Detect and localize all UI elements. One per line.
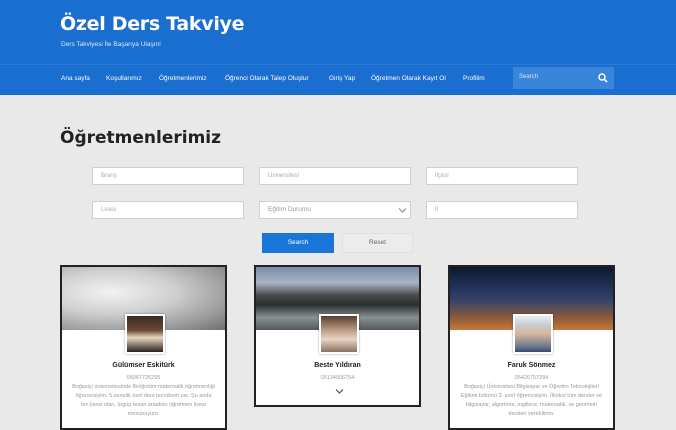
avatar <box>319 314 359 354</box>
nav-item-giris-yap[interactable]: Giriş Yap <box>329 75 355 82</box>
lise-placeholder: Lisesi <box>101 207 117 213</box>
teacher-phone: 05426757294 <box>514 375 549 381</box>
nav-item-kosullarimiz[interactable]: Koşullarımız <box>106 75 142 82</box>
avatar <box>513 314 553 354</box>
teacher-name[interactable]: Beste Yıldıran <box>256 362 419 369</box>
nav-item-ana-sayfa[interactable]: Ana sayfa <box>61 75 90 82</box>
nav-item-ogretmenlerimiz[interactable]: Öğretmenlerimiz <box>159 75 207 82</box>
nav-item-profilim[interactable]: Profilim <box>463 75 485 82</box>
site-title[interactable]: Özel Ders Takviye <box>60 13 245 35</box>
il-placeholder: İl <box>435 207 438 213</box>
nav-item-talep-olustur[interactable]: Öğrenci Olarak Talep Oluştur <box>225 75 309 82</box>
teacher-phone: 05134506754 <box>320 375 355 381</box>
teacher-name[interactable]: Faruk Sönmez <box>450 362 613 369</box>
reset-button[interactable]: Reset <box>342 233 413 253</box>
brans-field[interactable]: Branş <box>92 167 244 185</box>
teacher-bio: Boğaziçi Üniversitesi Bilgisayar ve Öğre… <box>460 384 603 417</box>
site-tagline: Ders Takviyesi İle Başarıya Ulaşın! <box>61 41 161 48</box>
teacher-bio: Boğaziçi üniversitesinde İlköğretim mate… <box>72 384 215 417</box>
search-button[interactable]: Search <box>262 233 334 253</box>
search-icon[interactable] <box>598 73 608 83</box>
teacher-name[interactable]: Gülümser Eskitürk <box>62 362 225 369</box>
ilce-field[interactable]: İlçesi <box>426 167 578 185</box>
teacher-card[interactable]: Faruk Sönmez 05426757294 Boğaziçi Üniver… <box>448 265 615 430</box>
nav-item-ogretmen-kayit[interactable]: Öğretmen Olarak Kayıt Ol <box>371 75 446 82</box>
universite-field[interactable]: Üniversitesi <box>259 167 411 185</box>
universite-placeholder: Üniversitesi <box>268 173 300 179</box>
site-header: Özel Ders Takviye Ders Takviyesi İle Baş… <box>0 0 676 95</box>
avatar <box>125 314 165 354</box>
search-placeholder: Search <box>519 74 539 80</box>
il-field[interactable]: İl <box>426 201 578 219</box>
page-title: Öğretmenlerimiz <box>60 128 222 148</box>
teacher-card[interactable]: Beste Yıldıran 05134506754 <box>254 265 421 407</box>
chevron-down-icon <box>398 208 407 213</box>
brans-placeholder: Branş <box>101 173 117 179</box>
ilce-placeholder: İlçesi <box>435 173 449 179</box>
teacher-card[interactable]: Gülümser Eskitürk 05067726255 Boğaziçi ü… <box>60 265 227 430</box>
egitim-durumu-select[interactable]: Eğitim Durumu <box>259 201 411 219</box>
header-search-input[interactable]: Search <box>513 67 614 89</box>
chevron-down-icon[interactable] <box>335 388 344 395</box>
lise-field[interactable]: Lisesi <box>92 201 244 219</box>
teacher-phone: 05067726255 <box>126 375 161 381</box>
egitim-durumu-value: Eğitim Durumu <box>268 206 311 213</box>
nav-divider <box>0 64 676 65</box>
